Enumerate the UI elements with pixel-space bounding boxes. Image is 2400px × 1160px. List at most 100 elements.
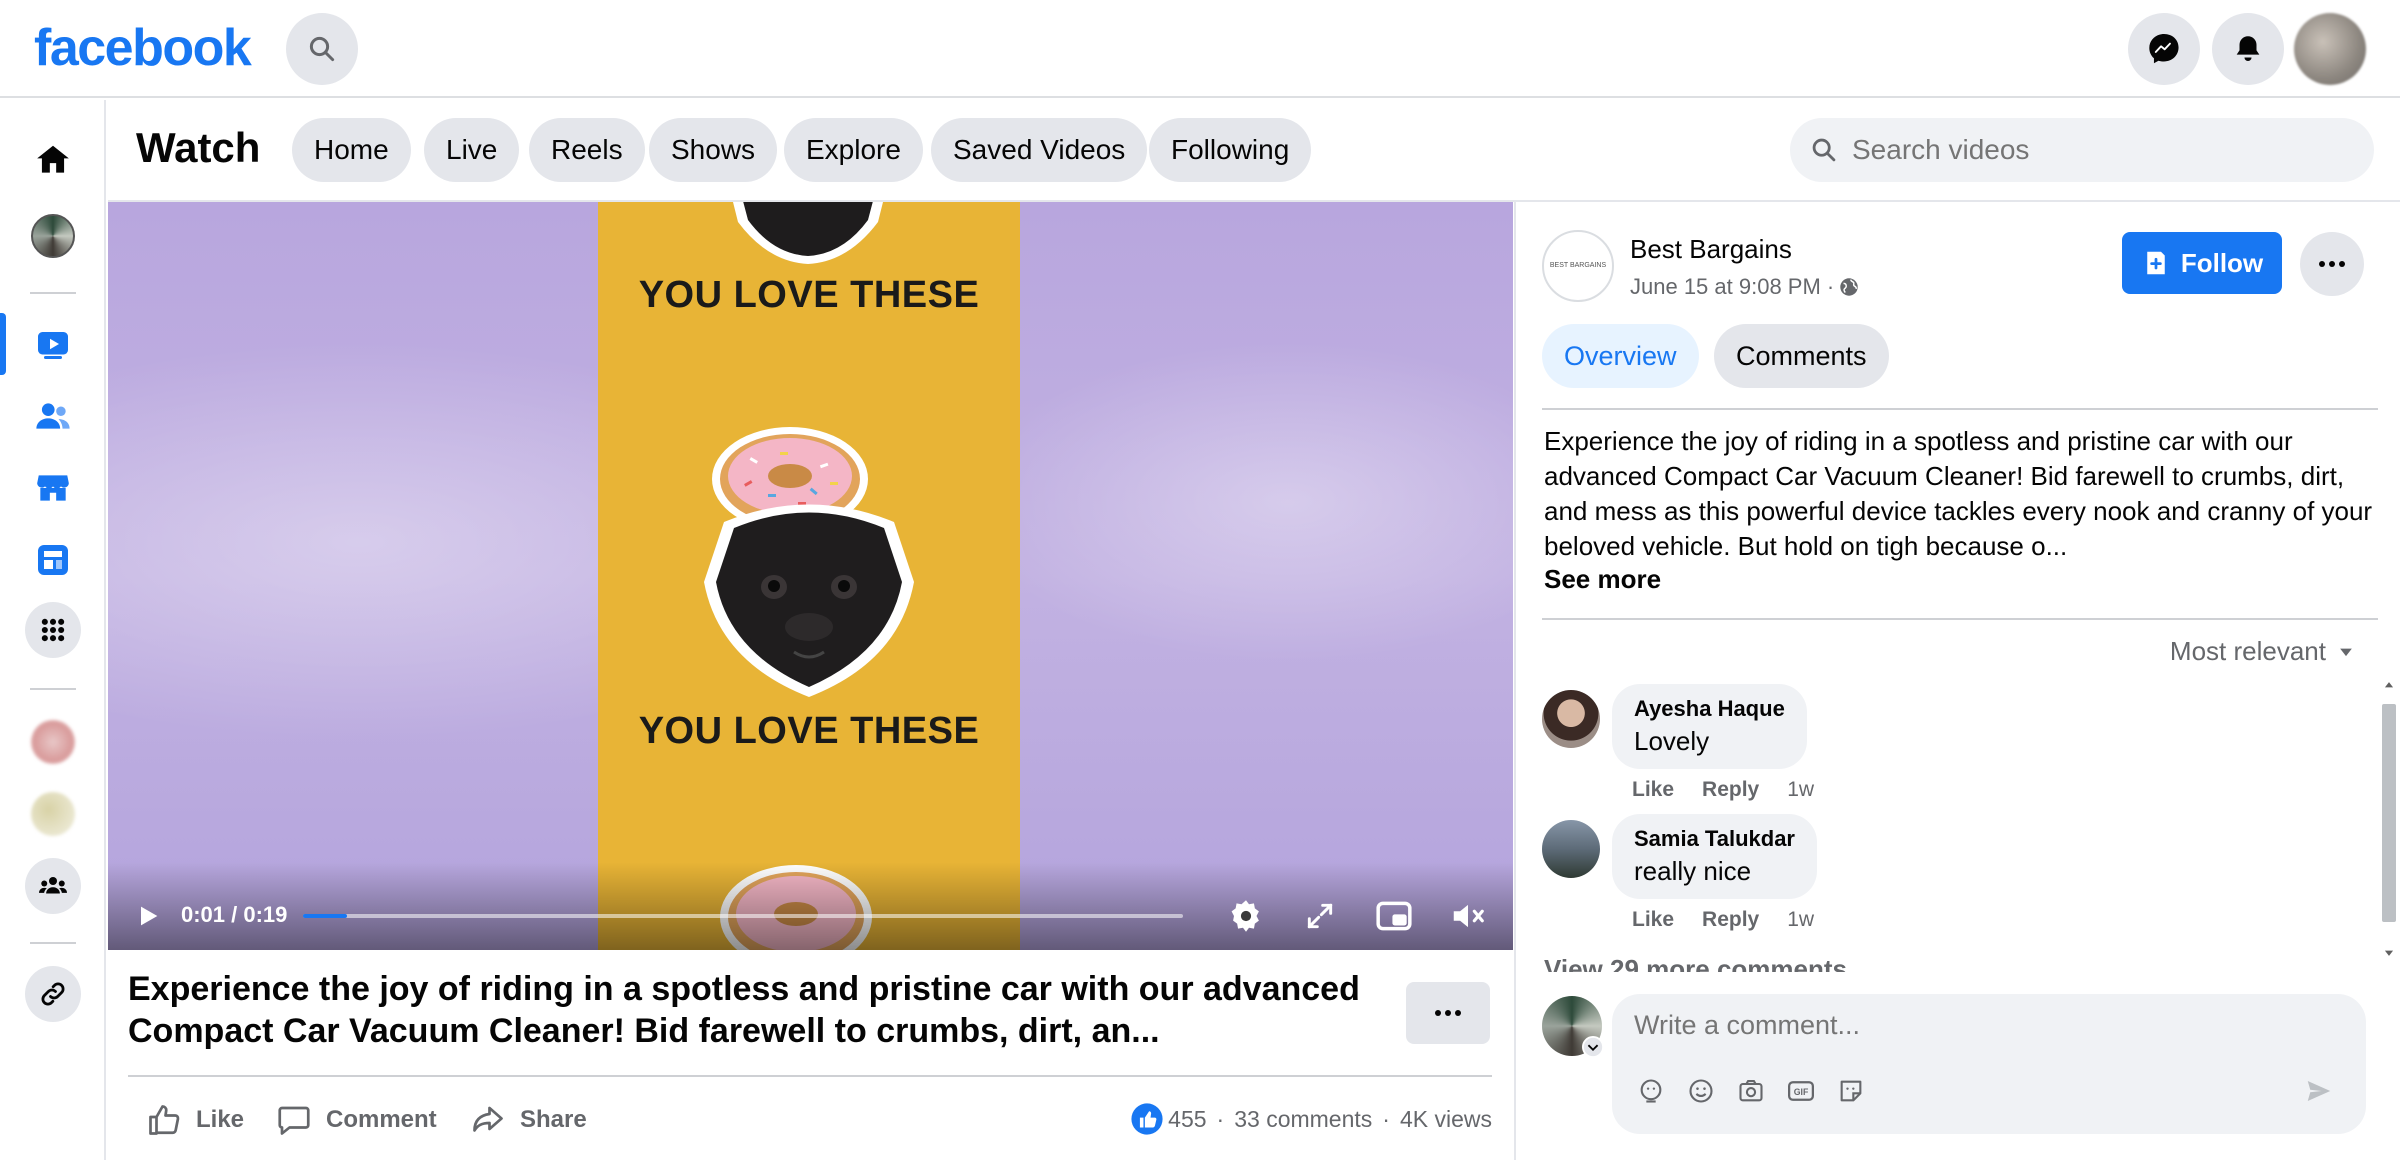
overlay-text: YOU LOVE THESE: [638, 274, 980, 316]
tab-home[interactable]: Home: [292, 118, 411, 182]
comment-input[interactable]: [1634, 1010, 2234, 1041]
video-player[interactable]: YOU LOVE THESE YOU LOVE THESE 0:01 / 0:1…: [108, 202, 1513, 950]
miniplayer-button[interactable]: [1374, 896, 1414, 936]
comment-reply-button[interactable]: Reply: [1702, 908, 1759, 932]
chevron-down-icon[interactable]: [1582, 1036, 1604, 1058]
rail-watch[interactable]: [25, 316, 81, 372]
share-icon: [473, 1106, 503, 1132]
account-avatar[interactable]: [2294, 13, 2366, 85]
rail-profile[interactable]: [25, 208, 81, 264]
comment-actions: Like Reply 1w: [1632, 778, 1842, 802]
left-rail: [0, 100, 106, 1160]
views-count: 4K views: [1399, 1105, 1492, 1132]
pug-image: [733, 202, 883, 264]
page-more-button[interactable]: [2300, 232, 2364, 296]
mute-button[interactable]: [1448, 896, 1488, 936]
tab-comments[interactable]: Comments: [1714, 324, 1889, 388]
avatar-sticker-icon: [1640, 1079, 1662, 1103]
post-timestamp[interactable]: June 15 at 9:08 PM ·: [1630, 274, 1860, 300]
comment-bubble: Ayesha Haque Lovely: [1612, 684, 1807, 769]
comment-button[interactable]: Comment: [276, 1100, 437, 1140]
rail-friends[interactable]: [25, 388, 81, 444]
fullscreen-button[interactable]: [1300, 896, 1340, 936]
photo-button[interactable]: [1734, 1074, 1768, 1108]
post-description: Experience the joy of riding in a spotle…: [1544, 426, 2373, 561]
rail-marketplace[interactable]: [25, 460, 81, 516]
video-progress-bar[interactable]: [303, 914, 1183, 918]
avatar-sticker-button[interactable]: [1634, 1074, 1668, 1108]
rail-home[interactable]: [25, 132, 81, 188]
follow-button[interactable]: Follow: [2122, 232, 2282, 294]
caret-down-icon: [2340, 648, 2352, 656]
tab-reels[interactable]: Reels: [529, 118, 645, 182]
comment-sort-dropdown[interactable]: Most relevant: [2170, 636, 2356, 667]
tab-shows[interactable]: Shows: [649, 118, 778, 182]
watch-header: Watch Home Live Reels Shows Explore Save…: [108, 100, 2400, 202]
comment-like-button[interactable]: Like: [1632, 778, 1674, 802]
send-button[interactable]: [2302, 1074, 2336, 1108]
like-button[interactable]: Like: [146, 1100, 244, 1140]
search-videos-input[interactable]: [1852, 134, 2332, 166]
link-icon: [25, 966, 81, 1022]
comment-text: Lovely: [1634, 726, 1710, 756]
thumbs-up-icon: [149, 1105, 180, 1135]
page-logo-text: BEST BARGAINS: [1549, 262, 1607, 269]
comment-composer[interactable]: GIF: [1612, 994, 2366, 1134]
muted-speaker-icon: [1453, 904, 1484, 928]
comments-scrollbar[interactable]: [2378, 678, 2396, 962]
sort-label: Most relevant: [2169, 636, 2326, 666]
play-button[interactable]: [128, 896, 168, 936]
settings-button[interactable]: [1226, 896, 1266, 936]
divider: [128, 1075, 1492, 1077]
view-more-comments-link[interactable]: View 29 more comments: [1544, 954, 1847, 972]
rail-link[interactable]: [25, 966, 81, 1022]
page-title: Watch: [136, 124, 261, 171]
gif-button[interactable]: GIF: [1784, 1074, 1818, 1108]
commenter-name[interactable]: Samia Talukdar: [1634, 826, 1795, 852]
profile-icon: [31, 214, 75, 258]
commenter-avatar[interactable]: [1542, 690, 1600, 748]
comments-count[interactable]: 33 comments: [1234, 1106, 1372, 1133]
search-icon: [309, 36, 335, 62]
commenter-avatar[interactable]: [1542, 820, 1600, 878]
follow-label: Follow: [2180, 247, 2264, 278]
search-button[interactable]: [286, 13, 358, 85]
see-more-link[interactable]: See more: [1544, 564, 1661, 595]
reaction-count[interactable]: 455: [1168, 1106, 1206, 1133]
rail-groups[interactable]: [25, 858, 81, 914]
search-videos-field[interactable]: [1790, 118, 2374, 182]
page-name[interactable]: Best Bargains: [1630, 234, 1792, 265]
top-bar: facebook: [0, 0, 2400, 98]
tab-saved-videos[interactable]: Saved Videos: [931, 118, 1148, 182]
comment-age[interactable]: 1w: [1787, 908, 1814, 932]
share-button[interactable]: Share: [470, 1100, 587, 1140]
post-more-button[interactable]: [1406, 982, 1490, 1044]
scroll-thumb[interactable]: [2382, 704, 2396, 922]
rail-menu[interactable]: [25, 602, 81, 658]
shortcut-icon: [31, 792, 75, 836]
tab-overview[interactable]: Overview: [1542, 324, 1699, 388]
notifications-button[interactable]: [2212, 13, 2284, 85]
rail-shortcut[interactable]: [25, 786, 81, 842]
comment-like-button[interactable]: Like: [1632, 908, 1674, 932]
emoji-button[interactable]: [1684, 1074, 1718, 1108]
post-title: Experience the joy of riding in a spotle…: [128, 970, 1360, 1050]
comment-reply-button[interactable]: Reply: [1702, 778, 1759, 802]
page-avatar[interactable]: BEST BARGAINS: [1542, 230, 1614, 302]
rail-active-indicator: [0, 313, 6, 375]
video-controls: 0:01 / 0:19: [108, 862, 1513, 950]
commenter-name[interactable]: Ayesha Haque: [1634, 696, 1785, 722]
tab-following[interactable]: Following: [1149, 118, 1312, 182]
like-reaction-icon[interactable]: [1130, 1102, 1164, 1136]
rail-feeds[interactable]: [25, 532, 81, 588]
share-label: Share: [520, 1106, 587, 1133]
comment-age[interactable]: 1w: [1787, 778, 1814, 802]
sticker-button[interactable]: [1834, 1074, 1868, 1108]
rail-shortcut[interactable]: [25, 714, 81, 770]
tab-explore[interactable]: Explore: [784, 118, 923, 182]
pug-image: [704, 504, 914, 697]
messenger-button[interactable]: [2128, 13, 2200, 85]
tab-live[interactable]: Live: [424, 118, 520, 182]
like-label: Like: [196, 1106, 245, 1133]
facebook-logo[interactable]: facebook: [34, 18, 252, 78]
